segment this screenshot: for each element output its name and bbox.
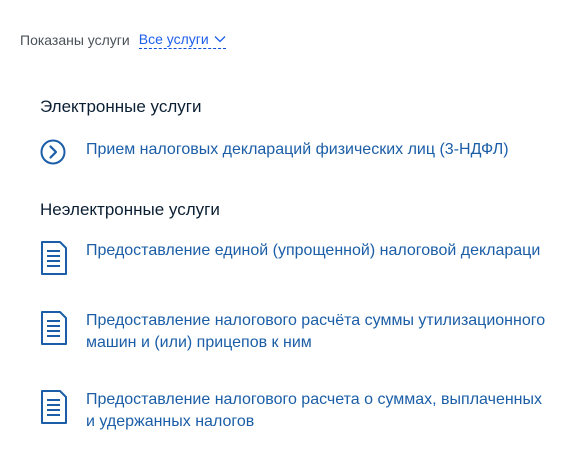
service-link[interactable]: Прием налоговых деклараций физических ли… xyxy=(86,139,509,161)
section-title-non-electronic: Неэлектронные услуги xyxy=(40,200,220,219)
service-link[interactable]: Предоставление налогового расчёта суммы … xyxy=(86,310,545,354)
filter-label: Показаны услуги xyxy=(20,32,130,48)
service-item[interactable]: Предоставление налогового расчёта суммы … xyxy=(40,310,568,354)
document-icon xyxy=(41,390,67,424)
service-filter: Показаны услуги Все услуги xyxy=(20,31,226,49)
service-item[interactable]: Предоставление налогового расчета о сумм… xyxy=(40,389,568,433)
document-icon xyxy=(41,311,67,345)
document-icon xyxy=(41,241,67,275)
service-item[interactable]: Предоставление единой (упрощенной) налог… xyxy=(40,240,568,276)
arrow-circle-icon xyxy=(40,139,66,165)
filter-selected-value: Все услуги xyxy=(138,31,209,47)
service-item[interactable]: Прием налоговых деклараций физических ли… xyxy=(40,139,568,175)
service-link[interactable]: Предоставление налогового расчета о сумм… xyxy=(86,389,542,433)
service-link[interactable]: Предоставление единой (упрощенной) налог… xyxy=(86,240,540,262)
chevron-down-icon xyxy=(214,36,226,43)
service-type-dropdown[interactable]: Все услуги xyxy=(138,31,226,49)
services-page: Показаны услуги Все услуги Электронные у… xyxy=(0,0,568,468)
section-title-electronic: Электронные услуги xyxy=(40,97,202,116)
